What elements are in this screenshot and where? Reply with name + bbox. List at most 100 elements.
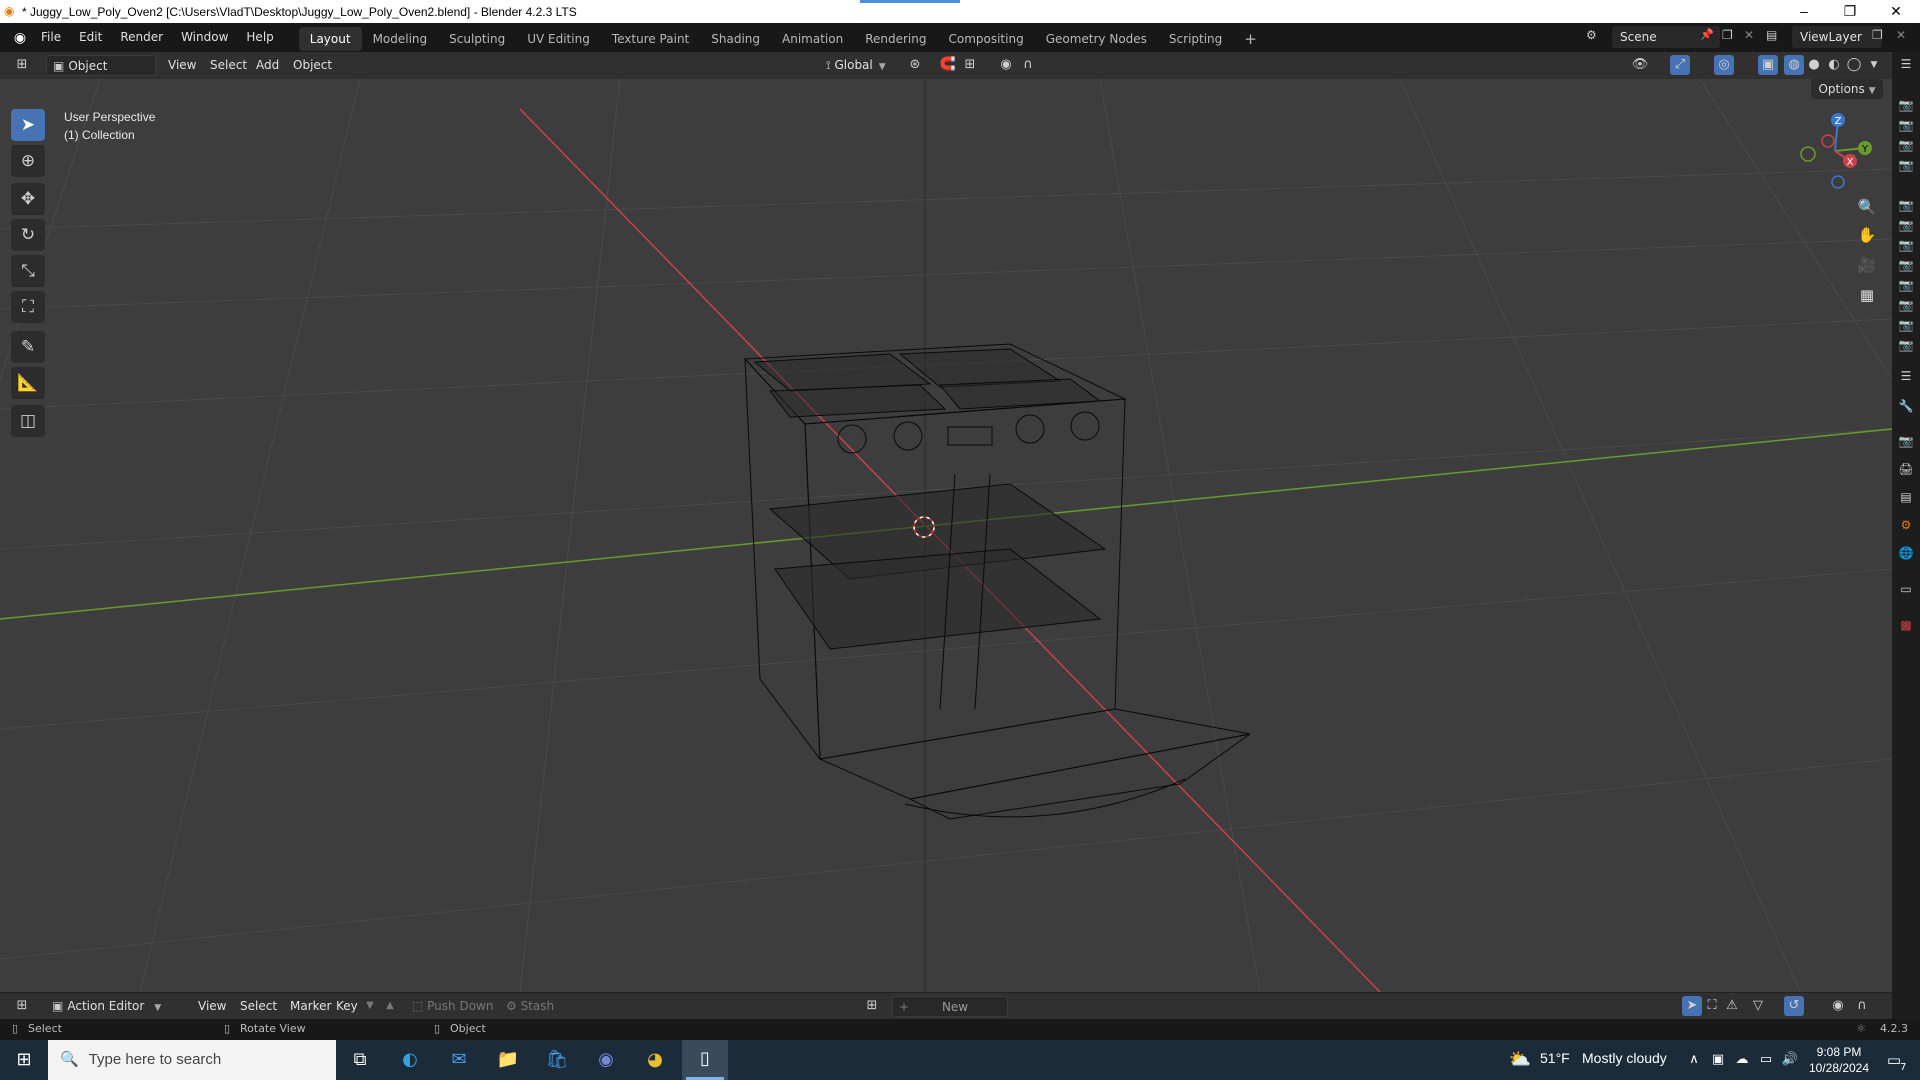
blender-menu-icon[interactable]: ◉ <box>8 30 32 46</box>
camera-icon[interactable]: 📷 <box>1896 136 1916 154</box>
delete-scene-icon[interactable]: ✕ <box>1744 28 1754 42</box>
snap-target-icon[interactable]: ⊞ <box>960 55 980 75</box>
viewport-menu-select[interactable]: Select <box>204 55 253 76</box>
camera-icon[interactable]: 📷 <box>1896 256 1916 274</box>
transform-tool[interactable]: ⛶ <box>11 291 45 323</box>
material-shading-icon[interactable]: ◐ <box>1824 55 1844 75</box>
falloff-icon[interactable]: ∩ <box>1018 55 1038 75</box>
3d-viewport[interactable] <box>0 79 1892 992</box>
mode-selector[interactable]: ▣Object Mode▼ <box>46 55 156 94</box>
editor-type-icon[interactable]: ⊞ <box>12 996 32 1016</box>
navigation-gizmo[interactable]: Z Y X <box>1790 106 1880 196</box>
weather-icon[interactable]: ⛅ <box>1506 1048 1534 1072</box>
editor-type-icon[interactable]: ⊞ <box>12 55 32 75</box>
camera-icon[interactable]: 📷 <box>1896 316 1916 334</box>
stash-button[interactable]: ⚙ Stash <box>500 996 560 1017</box>
scene-properties-icon[interactable]: ⚙ <box>1896 516 1916 534</box>
camera-icon[interactable]: 📷 <box>1896 196 1916 214</box>
rotate-tool[interactable]: ↻ <box>11 219 45 251</box>
visibility-icon[interactable]: 👁 <box>1630 55 1650 75</box>
add-cube-tool[interactable]: ◫ <box>11 405 45 437</box>
falloff-icon[interactable]: ∩ <box>1852 996 1872 1016</box>
viewport-menu-view[interactable]: View <box>162 55 202 76</box>
select-box-tool[interactable]: ➤ <box>11 109 45 141</box>
new-view-layer-icon[interactable]: ❐ <box>1872 28 1883 42</box>
camera-icon[interactable]: 📷 <box>1896 296 1916 314</box>
camera-icon[interactable]: 📷 <box>1896 116 1916 134</box>
pan-hand-icon[interactable]: ✋ <box>1855 223 1879 247</box>
view-layer-selector[interactable]: ViewLayer <box>1792 26 1882 48</box>
camera-icon[interactable]: 📷 <box>1896 156 1916 174</box>
tab-shading[interactable]: Shading <box>700 27 771 51</box>
action-menu-select[interactable]: Select <box>234 996 283 1017</box>
add-workspace-button[interactable]: + <box>1233 27 1268 51</box>
solid-shading-icon[interactable]: ● <box>1804 55 1824 75</box>
shading-options-icon[interactable]: ▼ <box>1864 55 1884 75</box>
outliner-icon[interactable]: ☰ <box>1896 55 1916 73</box>
cursor-tool[interactable]: ⊕ <box>11 145 45 177</box>
edge-browser-icon[interactable]: ◐ <box>396 1048 424 1072</box>
windows-start-icon[interactable]: ⊞ <box>10 1048 38 1072</box>
rendered-shading-icon[interactable]: ◯ <box>1844 55 1864 75</box>
close-button[interactable]: ✕ <box>1873 0 1919 23</box>
chrome-icon[interactable]: ◕ <box>641 1048 669 1072</box>
delete-view-layer-icon[interactable]: ✕ <box>1896 28 1906 42</box>
viewport-menu-object[interactable]: Object <box>287 55 338 76</box>
view-layer-properties-icon[interactable]: ▤ <box>1896 488 1916 506</box>
gizmo-neg-z-icon[interactable] <box>1831 175 1845 189</box>
microsoft-store-icon[interactable]: 🛍 <box>543 1048 571 1072</box>
gizmo-toggle-icon[interactable]: ⤢ <box>1670 55 1690 75</box>
camera-icon[interactable]: 📷 <box>1896 236 1916 254</box>
proportional-edit-icon[interactable]: ◉ <box>1828 996 1848 1016</box>
menu-render[interactable]: Render <box>111 23 172 52</box>
menu-edit[interactable]: Edit <box>70 23 111 52</box>
discord-icon[interactable]: ◉ <box>592 1048 620 1072</box>
only-errors-icon[interactable]: ⚠ <box>1722 996 1742 1016</box>
camera-icon[interactable]: 📷 <box>1896 276 1916 294</box>
new-action-button[interactable]: + New <box>892 996 1008 1017</box>
world-properties-icon[interactable]: 🌐 <box>1896 544 1916 562</box>
menu-window[interactable]: Window <box>172 23 237 52</box>
texture-properties-icon[interactable]: ▩ <box>1896 616 1916 634</box>
weather-temp[interactable]: 51°F <box>1540 1050 1570 1066</box>
scale-tool[interactable]: ⤡ <box>11 255 45 287</box>
tab-compositing[interactable]: Compositing <box>937 27 1034 51</box>
action-browse-icon[interactable]: ⊞ <box>862 996 882 1016</box>
perspective-toggle-icon[interactable]: ▦ <box>1855 283 1879 307</box>
taskbar-search-box[interactable]: 🔍 Type here to search <box>48 1040 336 1080</box>
move-tool[interactable]: ✥ <box>11 183 45 215</box>
xray-toggle-icon[interactable]: ▣ <box>1758 55 1778 75</box>
maximize-button[interactable]: ❐ <box>1827 0 1873 23</box>
render-properties-icon[interactable]: 📷 <box>1896 432 1916 450</box>
zoom-icon[interactable]: 🔍 <box>1855 195 1879 219</box>
action-editor-mode-selector[interactable]: ▣ Action Editor ▼ <box>46 996 174 1017</box>
weather-desc[interactable]: Mostly cloudy <box>1582 1050 1667 1066</box>
file-explorer-icon[interactable]: 📁 <box>494 1048 522 1072</box>
camera-view-icon[interactable]: 🎥 <box>1855 253 1879 277</box>
tab-uv-editing[interactable]: UV Editing <box>516 27 601 51</box>
tab-sculpting[interactable]: Sculpting <box>438 27 516 51</box>
move-up-icon[interactable]: ▲ <box>380 996 400 1016</box>
tab-modeling[interactable]: Modeling <box>362 27 439 51</box>
scene-icon[interactable]: ⚙ <box>1586 28 1597 42</box>
only-selected-icon[interactable]: ➤ <box>1682 996 1702 1016</box>
camera-icon[interactable]: 📷 <box>1896 96 1916 114</box>
annotate-tool[interactable]: ✎ <box>11 331 45 363</box>
gizmo-neg-x-icon[interactable] <box>1821 134 1835 148</box>
snap-icon[interactable]: 🧲 <box>938 55 958 75</box>
tab-layout[interactable]: Layout <box>298 26 362 51</box>
action-menu-view[interactable]: View <box>192 996 232 1017</box>
measure-tool[interactable]: 📐 <box>11 367 45 399</box>
camera-icon[interactable]: 📷 <box>1896 336 1916 354</box>
proportional-editing-icon[interactable]: ◉ <box>996 55 1016 75</box>
collection-properties-icon[interactable]: ▭ <box>1896 580 1916 598</box>
move-down-icon[interactable]: ▼ <box>360 996 380 1016</box>
output-properties-icon[interactable]: 🖨 <box>1896 460 1916 478</box>
pivot-point-icon[interactable]: ⊛ <box>905 55 925 75</box>
viewport-canvas[interactable] <box>0 79 1892 992</box>
filter-icon[interactable]: ▽ <box>1748 996 1768 1016</box>
mail-icon[interactable]: ✉ <box>445 1048 473 1072</box>
tool-properties-icon[interactable]: 🔧 <box>1896 397 1916 415</box>
new-scene-icon[interactable]: ❐ <box>1722 28 1733 42</box>
tab-rendering[interactable]: Rendering <box>854 27 937 51</box>
